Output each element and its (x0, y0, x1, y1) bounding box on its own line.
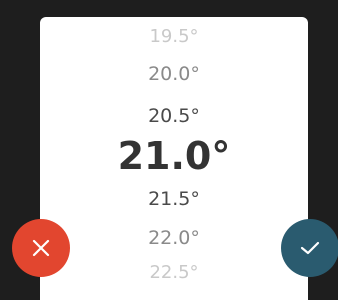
temperature-picker-card: 19.5° 20.0° 20.5° 21.0° 21.5° 22.0° 22.5… (40, 17, 308, 300)
temperature-option[interactable]: 20.0° (40, 65, 308, 84)
selected-temperature[interactable]: 21.0° (40, 137, 308, 175)
temperature-option[interactable]: 22.5° (40, 264, 308, 282)
temperature-option[interactable]: 19.5° (40, 28, 308, 46)
temperature-scroll-list[interactable]: 19.5° 20.0° 20.5° 21.0° 21.5° 22.0° 22.5… (40, 17, 308, 300)
confirm-button[interactable] (281, 219, 338, 277)
close-icon (32, 239, 50, 257)
temperature-option[interactable]: 21.5° (40, 190, 308, 209)
check-icon (300, 240, 320, 256)
temperature-option[interactable]: 22.0° (40, 229, 308, 248)
cancel-button[interactable] (12, 219, 70, 277)
temperature-option[interactable]: 20.5° (40, 107, 308, 126)
